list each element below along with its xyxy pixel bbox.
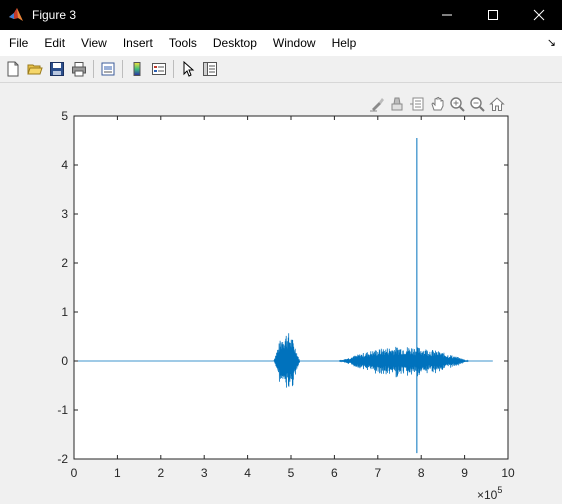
y-tick-label: 0: [61, 354, 68, 368]
x-tick-label: 4: [244, 466, 251, 480]
axes-background: [73, 115, 509, 460]
y-tick-label: 4: [61, 158, 68, 172]
y-tick-label: 5: [61, 109, 68, 123]
x-tick-label: 8: [418, 466, 425, 480]
x-tick-label: 1: [114, 466, 121, 480]
y-tick-label: 1: [61, 305, 68, 319]
x-tick-label: 5: [288, 466, 295, 480]
y-tick-label: -2: [57, 452, 68, 466]
x-tick-label: 0: [71, 466, 78, 480]
y-tick-label: 2: [61, 256, 68, 270]
x-exponent-label: ×105: [477, 485, 502, 502]
x-tick-label: 2: [157, 466, 164, 480]
y-tick-label: -1: [57, 403, 68, 417]
y-tick-label: 3: [61, 207, 68, 221]
plot-area[interactable]: 0 1 2 3 4 5 6 7 8 9 10 -2 -1 0 1 2 3 4 5 ×105: [0, 0, 562, 504]
x-tick-label: 3: [201, 466, 208, 480]
x-tick-label: 7: [374, 466, 381, 480]
x-tick-label: 6: [331, 466, 338, 480]
x-tick-label: 9: [461, 466, 468, 480]
x-tick-label: 10: [501, 466, 515, 480]
